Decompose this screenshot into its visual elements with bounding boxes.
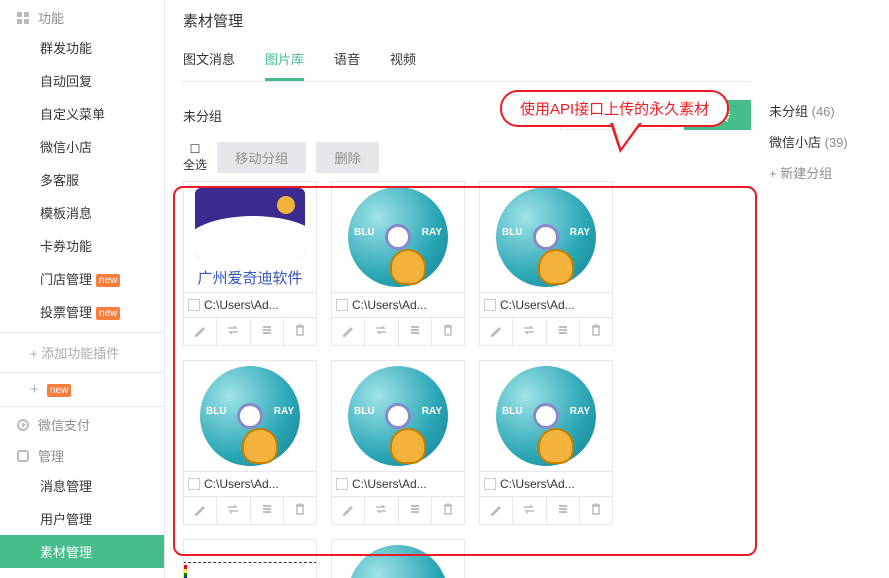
file-name: C:\Users\Ad... (352, 298, 460, 312)
swap-icon[interactable] (513, 318, 546, 345)
item-checkbox[interactable] (484, 478, 496, 490)
sidebar-item[interactable]: 微信小店 (0, 130, 164, 163)
thumb[interactable]: BLURAY (479, 360, 613, 472)
item-checkbox[interactable] (484, 299, 496, 311)
sidebar-item[interactable]: 素材管理 (0, 535, 164, 568)
add-plugin[interactable]: + 添加功能插件 (0, 332, 164, 372)
thumb[interactable]: 广州爱奇迪软件 (183, 181, 317, 293)
item-checkbox[interactable] (188, 299, 200, 311)
sidebar-item[interactable]: 多客服 (0, 163, 164, 196)
move-group-button[interactable]: 移动分组 (217, 142, 306, 173)
edit-icon[interactable] (480, 497, 513, 524)
tab[interactable]: 图文消息 (183, 49, 235, 81)
plus-row[interactable]: + new (0, 372, 164, 407)
file-name: C:\Users\Ad... (204, 298, 312, 312)
right-column: 未分组 (46)微信小店 (39)+ 新建分组 (769, 0, 889, 578)
thumb[interactable]: WinServiceTool.exe (183, 539, 317, 578)
material-card: BLURAY C:\Users\Ad... (479, 181, 613, 346)
section-icon (16, 418, 30, 432)
trash-icon[interactable] (284, 318, 316, 345)
group-label: 未分组 (183, 106, 222, 125)
sidebar-item[interactable]: 卡券功能 (0, 229, 164, 262)
file-name: C:\Users\Ad... (500, 477, 608, 491)
item-checkbox[interactable] (188, 478, 200, 490)
move-icon[interactable] (547, 318, 580, 345)
edit-icon[interactable] (480, 318, 513, 345)
main: 素材管理 图文消息图片库语音视频 未分组 上传 使用API接口上传的永久素材 ☐… (165, 0, 889, 578)
edit-icon[interactable] (184, 318, 217, 345)
material-card: BLURAY C:\Users\Ad... (331, 360, 465, 525)
sidebar-item[interactable]: 投票管理new (0, 295, 164, 328)
new-group-button[interactable]: + 新建分组 (769, 157, 877, 188)
move-icon[interactable] (251, 318, 284, 345)
trash-icon[interactable] (432, 497, 464, 524)
material-card: BLURAYC:\Users\Ad... (331, 539, 465, 578)
callout: 使用API接口上传的永久素材 (500, 90, 729, 153)
section-icon (16, 11, 30, 25)
item-checkbox[interactable] (336, 299, 348, 311)
file-name: C:\Users\Ad... (500, 298, 608, 312)
material-card: BLURAY C:\Users\Ad... (331, 181, 465, 346)
sidebar-section-header: 功能 (0, 0, 164, 31)
thumb[interactable]: BLURAY (331, 539, 465, 578)
material-card: BLURAY C:\Users\Ad... (183, 360, 317, 525)
move-icon[interactable] (399, 497, 432, 524)
move-icon[interactable] (547, 497, 580, 524)
material-card: BLURAY C:\Users\Ad... (479, 360, 613, 525)
sidebar-section-header: 微信支付 (0, 407, 164, 438)
sidebar-item[interactable]: 群发功能 (0, 31, 164, 64)
trash-icon[interactable] (580, 318, 612, 345)
page-title: 素材管理 (183, 10, 751, 31)
thumb[interactable]: BLURAY (479, 181, 613, 293)
swap-icon[interactable] (217, 497, 250, 524)
tab[interactable]: 视频 (390, 49, 416, 81)
sidebar: 功能群发功能自动回复自定义菜单微信小店多客服模板消息卡券功能门店管理new投票管… (0, 0, 165, 578)
thumb[interactable]: BLURAY (183, 360, 317, 472)
swap-icon[interactable] (513, 497, 546, 524)
tab[interactable]: 图片库 (265, 49, 304, 81)
trash-icon[interactable] (284, 497, 316, 524)
tab[interactable]: 语音 (334, 49, 360, 81)
tabs: 图文消息图片库语音视频 (183, 49, 751, 82)
swap-icon[interactable] (365, 318, 398, 345)
edit-icon[interactable] (332, 497, 365, 524)
sidebar-item[interactable]: 门店管理new (0, 262, 164, 295)
thumb[interactable]: BLURAY (331, 360, 465, 472)
file-name: C:\Users\Ad... (204, 477, 312, 491)
trash-icon[interactable] (580, 497, 612, 524)
sidebar-item[interactable]: 自动回复 (0, 64, 164, 97)
trash-icon[interactable] (432, 318, 464, 345)
select-all-checkbox[interactable]: ☐ (190, 142, 201, 156)
sidebar-section-header: 推广new (0, 568, 164, 578)
material-card: WinServiceTool.exeC:\Users\Ad... (183, 539, 317, 578)
sidebar-item[interactable]: 消息管理 (0, 469, 164, 502)
sidebar-item[interactable]: 模板消息 (0, 196, 164, 229)
group-item[interactable]: 未分组 (46) (769, 95, 877, 126)
sidebar-section-header: 管理 (0, 438, 164, 469)
material-card: 广州爱奇迪软件 C:\Users\Ad... (183, 181, 317, 346)
delete-button[interactable]: 删除 (316, 142, 379, 173)
move-icon[interactable] (251, 497, 284, 524)
thumb[interactable]: BLURAY (331, 181, 465, 293)
sidebar-item[interactable]: 自定义菜单 (0, 97, 164, 130)
swap-icon[interactable] (217, 318, 250, 345)
item-checkbox[interactable] (336, 478, 348, 490)
group-item[interactable]: 微信小店 (39) (769, 126, 877, 157)
sidebar-item[interactable]: 用户管理 (0, 502, 164, 535)
section-icon (16, 449, 30, 463)
edit-icon[interactable] (332, 318, 365, 345)
edit-icon[interactable] (184, 497, 217, 524)
material-grid: 广州爱奇迪软件C:\Users\Ad...BLURAYC:\Users\Ad..… (183, 181, 751, 578)
file-name: C:\Users\Ad... (352, 477, 460, 491)
swap-icon[interactable] (365, 497, 398, 524)
move-icon[interactable] (399, 318, 432, 345)
